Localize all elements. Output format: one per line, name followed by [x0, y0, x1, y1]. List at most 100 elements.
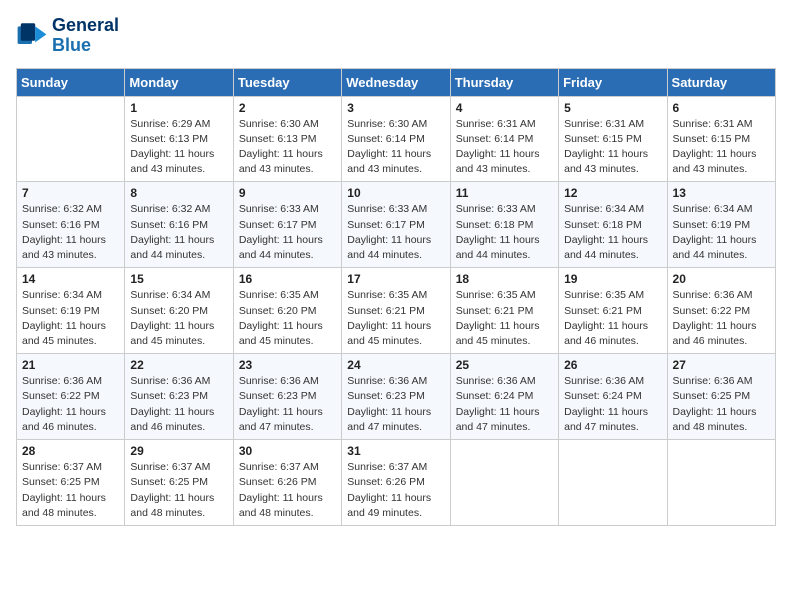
calendar-week-row: 7 Sunrise: 6:32 AM Sunset: 6:16 PM Daylig…: [17, 182, 776, 268]
day-info: Sunrise: 6:31 AM Sunset: 6:15 PM Dayligh…: [564, 117, 661, 178]
day-info: Sunrise: 6:30 AM Sunset: 6:14 PM Dayligh…: [347, 117, 444, 178]
calendar-cell: 23 Sunrise: 6:36 AM Sunset: 6:23 PM Dayli…: [233, 354, 341, 440]
day-info: Sunrise: 6:37 AM Sunset: 6:26 PM Dayligh…: [239, 460, 336, 521]
calendar-cell: 6 Sunrise: 6:31 AM Sunset: 6:15 PM Daylig…: [667, 96, 775, 182]
calendar-cell: 17 Sunrise: 6:35 AM Sunset: 6:21 PM Dayli…: [342, 268, 450, 354]
day-number: 16: [239, 272, 336, 286]
calendar-table: SundayMondayTuesdayWednesdayThursdayFrid…: [16, 68, 776, 526]
day-number: 1: [130, 101, 227, 115]
day-info: Sunrise: 6:36 AM Sunset: 6:22 PM Dayligh…: [22, 374, 119, 435]
day-number: 19: [564, 272, 661, 286]
day-info: Sunrise: 6:33 AM Sunset: 6:17 PM Dayligh…: [239, 202, 336, 263]
day-number: 31: [347, 444, 444, 458]
day-info: Sunrise: 6:36 AM Sunset: 6:22 PM Dayligh…: [673, 288, 770, 349]
logo-text: General Blue: [52, 16, 119, 56]
calendar-cell: 15 Sunrise: 6:34 AM Sunset: 6:20 PM Dayli…: [125, 268, 233, 354]
day-number: 21: [22, 358, 119, 372]
day-info: Sunrise: 6:31 AM Sunset: 6:14 PM Dayligh…: [456, 117, 553, 178]
day-info: Sunrise: 6:34 AM Sunset: 6:19 PM Dayligh…: [673, 202, 770, 263]
calendar-cell: 14 Sunrise: 6:34 AM Sunset: 6:19 PM Dayli…: [17, 268, 125, 354]
calendar-cell: [450, 440, 558, 526]
calendar-cell: [559, 440, 667, 526]
calendar-cell: 12Sunrise: 6:34 AM Sunset: 6:18 PM Dayli…: [559, 182, 667, 268]
day-info: Sunrise: 6:29 AM Sunset: 6:13 PM Dayligh…: [130, 117, 227, 178]
day-info: Sunrise: 6:36 AM Sunset: 6:24 PM Dayligh…: [564, 374, 661, 435]
calendar-header-cell: Saturday: [667, 68, 775, 96]
day-number: 15: [130, 272, 227, 286]
day-number: 6: [673, 101, 770, 115]
day-number: 14: [22, 272, 119, 286]
day-info: Sunrise: 6:34 AM Sunset: 6:19 PM Dayligh…: [22, 288, 119, 349]
calendar-cell: 7 Sunrise: 6:32 AM Sunset: 6:16 PM Daylig…: [17, 182, 125, 268]
calendar-cell: 31 Sunrise: 6:37 AM Sunset: 6:26 PM Dayli…: [342, 440, 450, 526]
day-number: 22: [130, 358, 227, 372]
day-info: Sunrise: 6:36 AM Sunset: 6:23 PM Dayligh…: [239, 374, 336, 435]
page-header: General Blue: [16, 16, 776, 56]
day-number: 17: [347, 272, 444, 286]
day-number: 25: [456, 358, 553, 372]
calendar-cell: 25 Sunrise: 6:36 AM Sunset: 6:24 PM Dayli…: [450, 354, 558, 440]
day-number: 11: [456, 186, 553, 200]
calendar-cell: 30Sunrise: 6:37 AM Sunset: 6:26 PM Dayli…: [233, 440, 341, 526]
day-info: Sunrise: 6:35 AM Sunset: 6:21 PM Dayligh…: [564, 288, 661, 349]
calendar-header-row: SundayMondayTuesdayWednesdayThursdayFrid…: [17, 68, 776, 96]
day-info: Sunrise: 6:35 AM Sunset: 6:20 PM Dayligh…: [239, 288, 336, 349]
calendar-week-row: 1 Sunrise: 6:29 AM Sunset: 6:13 PM Daylig…: [17, 96, 776, 182]
day-info: Sunrise: 6:33 AM Sunset: 6:17 PM Dayligh…: [347, 202, 444, 263]
calendar-cell: 13 Sunrise: 6:34 AM Sunset: 6:19 PM Dayli…: [667, 182, 775, 268]
calendar-cell: 20 Sunrise: 6:36 AM Sunset: 6:22 PM Dayli…: [667, 268, 775, 354]
day-number: 20: [673, 272, 770, 286]
day-number: 28: [22, 444, 119, 458]
day-info: Sunrise: 6:37 AM Sunset: 6:26 PM Dayligh…: [347, 460, 444, 521]
day-number: 7: [22, 186, 119, 200]
calendar-cell: 10 Sunrise: 6:33 AM Sunset: 6:17 PM Dayli…: [342, 182, 450, 268]
day-info: Sunrise: 6:32 AM Sunset: 6:16 PM Dayligh…: [130, 202, 227, 263]
calendar-week-row: 14 Sunrise: 6:34 AM Sunset: 6:19 PM Dayli…: [17, 268, 776, 354]
calendar-cell: 19 Sunrise: 6:35 AM Sunset: 6:21 PM Dayli…: [559, 268, 667, 354]
calendar-cell: 18Sunrise: 6:35 AM Sunset: 6:21 PM Dayli…: [450, 268, 558, 354]
calendar-cell: [667, 440, 775, 526]
calendar-week-row: 21 Sunrise: 6:36 AM Sunset: 6:22 PM Dayli…: [17, 354, 776, 440]
calendar-cell: 9Sunrise: 6:33 AM Sunset: 6:17 PM Daylig…: [233, 182, 341, 268]
calendar-cell: 27Sunrise: 6:36 AM Sunset: 6:25 PM Dayli…: [667, 354, 775, 440]
day-info: Sunrise: 6:31 AM Sunset: 6:15 PM Dayligh…: [673, 117, 770, 178]
logo-icon: [16, 20, 48, 52]
calendar-cell: 28 Sunrise: 6:37 AM Sunset: 6:25 PM Dayli…: [17, 440, 125, 526]
day-info: Sunrise: 6:35 AM Sunset: 6:21 PM Dayligh…: [347, 288, 444, 349]
calendar-body: 1 Sunrise: 6:29 AM Sunset: 6:13 PM Daylig…: [17, 96, 776, 525]
calendar-cell: 3Sunrise: 6:30 AM Sunset: 6:14 PM Daylig…: [342, 96, 450, 182]
day-info: Sunrise: 6:36 AM Sunset: 6:23 PM Dayligh…: [130, 374, 227, 435]
calendar-cell: 26Sunrise: 6:36 AM Sunset: 6:24 PM Dayli…: [559, 354, 667, 440]
day-info: Sunrise: 6:36 AM Sunset: 6:23 PM Dayligh…: [347, 374, 444, 435]
calendar-header-cell: Tuesday: [233, 68, 341, 96]
day-number: 5: [564, 101, 661, 115]
calendar-cell: [17, 96, 125, 182]
day-info: Sunrise: 6:36 AM Sunset: 6:24 PM Dayligh…: [456, 374, 553, 435]
logo: General Blue: [16, 16, 119, 56]
calendar-week-row: 28 Sunrise: 6:37 AM Sunset: 6:25 PM Dayli…: [17, 440, 776, 526]
day-info: Sunrise: 6:37 AM Sunset: 6:25 PM Dayligh…: [22, 460, 119, 521]
calendar-header-cell: Sunday: [17, 68, 125, 96]
day-info: Sunrise: 6:32 AM Sunset: 6:16 PM Dayligh…: [22, 202, 119, 263]
calendar-cell: 22 Sunrise: 6:36 AM Sunset: 6:23 PM Dayli…: [125, 354, 233, 440]
calendar-header-cell: Friday: [559, 68, 667, 96]
calendar-cell: 4 Sunrise: 6:31 AM Sunset: 6:14 PM Daylig…: [450, 96, 558, 182]
day-number: 24: [347, 358, 444, 372]
calendar-cell: 2Sunrise: 6:30 AM Sunset: 6:13 PM Daylig…: [233, 96, 341, 182]
day-number: 13: [673, 186, 770, 200]
day-number: 29: [130, 444, 227, 458]
calendar-cell: 1 Sunrise: 6:29 AM Sunset: 6:13 PM Daylig…: [125, 96, 233, 182]
day-info: Sunrise: 6:37 AM Sunset: 6:25 PM Dayligh…: [130, 460, 227, 521]
day-number: 23: [239, 358, 336, 372]
day-number: 8: [130, 186, 227, 200]
calendar-cell: 16 Sunrise: 6:35 AM Sunset: 6:20 PM Dayli…: [233, 268, 341, 354]
day-number: 27: [673, 358, 770, 372]
day-info: Sunrise: 6:34 AM Sunset: 6:20 PM Dayligh…: [130, 288, 227, 349]
day-number: 4: [456, 101, 553, 115]
day-info: Sunrise: 6:35 AM Sunset: 6:21 PM Dayligh…: [456, 288, 553, 349]
day-number: 10: [347, 186, 444, 200]
calendar-cell: 24 Sunrise: 6:36 AM Sunset: 6:23 PM Dayli…: [342, 354, 450, 440]
calendar-cell: 11Sunrise: 6:33 AM Sunset: 6:18 PM Dayli…: [450, 182, 558, 268]
calendar-header-cell: Thursday: [450, 68, 558, 96]
calendar-cell: 21 Sunrise: 6:36 AM Sunset: 6:22 PM Dayli…: [17, 354, 125, 440]
